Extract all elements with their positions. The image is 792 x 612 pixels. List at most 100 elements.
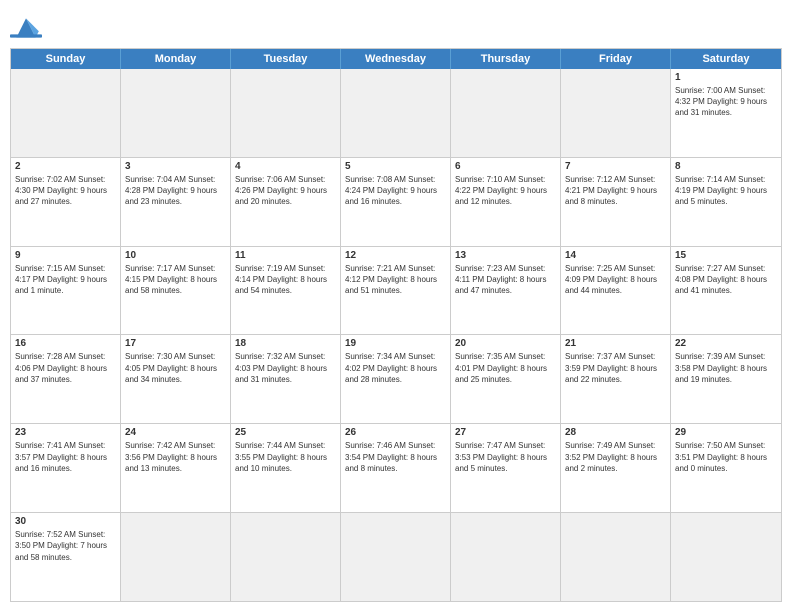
empty-cell xyxy=(451,69,561,157)
day-number: 2 xyxy=(15,161,116,172)
empty-cell xyxy=(341,513,451,601)
day-cell-29: 29 Sunrise: 7:50 AM Sunset: 3:51 PM Dayli… xyxy=(671,424,781,512)
day-cell-16: 16 Sunrise: 7:28 AM Sunset: 4:06 PM Dayli… xyxy=(11,335,121,423)
day-cell-21: 21 Sunrise: 7:37 AM Sunset: 3:59 PM Dayli… xyxy=(561,335,671,423)
day-info: Sunrise: 7:15 AM Sunset: 4:17 PM Dayligh… xyxy=(15,263,116,297)
day-info: Sunrise: 7:52 AM Sunset: 3:50 PM Dayligh… xyxy=(15,529,116,563)
day-info: Sunrise: 7:37 AM Sunset: 3:59 PM Dayligh… xyxy=(565,351,666,385)
day-info: Sunrise: 7:41 AM Sunset: 3:57 PM Dayligh… xyxy=(15,440,116,474)
day-info: Sunrise: 7:02 AM Sunset: 4:30 PM Dayligh… xyxy=(15,174,116,208)
logo-icon xyxy=(10,14,42,42)
day-number: 29 xyxy=(675,427,777,438)
day-info: Sunrise: 7:12 AM Sunset: 4:21 PM Dayligh… xyxy=(565,174,666,208)
day-cell-1: 1Sunrise: 7:00 AM Sunset: 4:32 PM Daylig… xyxy=(671,69,781,157)
day-info: Sunrise: 7:17 AM Sunset: 4:15 PM Dayligh… xyxy=(125,263,226,297)
day-number: 12 xyxy=(345,250,446,261)
day-info: Sunrise: 7:23 AM Sunset: 4:11 PM Dayligh… xyxy=(455,263,556,297)
day-number: 22 xyxy=(675,338,777,349)
logo xyxy=(10,10,46,42)
calendar-body: 1Sunrise: 7:00 AM Sunset: 4:32 PM Daylig… xyxy=(11,69,781,601)
day-header-friday: Friday xyxy=(561,49,671,69)
day-cell-4: 4Sunrise: 7:06 AM Sunset: 4:26 PM Daylig… xyxy=(231,158,341,246)
day-number: 14 xyxy=(565,250,666,261)
day-number: 28 xyxy=(565,427,666,438)
day-info: Sunrise: 7:46 AM Sunset: 3:54 PM Dayligh… xyxy=(345,440,446,474)
day-number: 13 xyxy=(455,250,556,261)
week-row-1: 2 Sunrise: 7:02 AM Sunset: 4:30 PM Daylig… xyxy=(11,158,781,247)
day-cell-18: 18Sunrise: 7:32 AM Sunset: 4:03 PM Dayli… xyxy=(231,335,341,423)
day-header-sunday: Sunday xyxy=(11,49,121,69)
empty-cell xyxy=(671,513,781,601)
day-info: Sunrise: 7:30 AM Sunset: 4:05 PM Dayligh… xyxy=(125,351,226,385)
day-number: 9 xyxy=(15,250,116,261)
day-number: 20 xyxy=(455,338,556,349)
day-headers: SundayMondayTuesdayWednesdayThursdayFrid… xyxy=(11,49,781,69)
day-number: 25 xyxy=(235,427,336,438)
day-header-wednesday: Wednesday xyxy=(341,49,451,69)
day-cell-5: 5 Sunrise: 7:08 AM Sunset: 4:24 PM Daylig… xyxy=(341,158,451,246)
day-info: Sunrise: 7:10 AM Sunset: 4:22 PM Dayligh… xyxy=(455,174,556,208)
day-number: 15 xyxy=(675,250,777,261)
day-number: 19 xyxy=(345,338,446,349)
day-cell-26: 26Sunrise: 7:46 AM Sunset: 3:54 PM Dayli… xyxy=(341,424,451,512)
day-cell-30: 30 Sunrise: 7:52 AM Sunset: 3:50 PM Dayli… xyxy=(11,513,121,601)
day-number: 6 xyxy=(455,161,556,172)
day-header-tuesday: Tuesday xyxy=(231,49,341,69)
day-number: 3 xyxy=(125,161,226,172)
day-cell-15: 15 Sunrise: 7:27 AM Sunset: 4:08 PM Dayli… xyxy=(671,247,781,335)
day-cell-28: 28 Sunrise: 7:49 AM Sunset: 3:52 PM Dayli… xyxy=(561,424,671,512)
day-number: 21 xyxy=(565,338,666,349)
empty-cell xyxy=(231,69,341,157)
day-number: 17 xyxy=(125,338,226,349)
day-info: Sunrise: 7:14 AM Sunset: 4:19 PM Dayligh… xyxy=(675,174,777,208)
day-header-saturday: Saturday xyxy=(671,49,781,69)
day-cell-3: 3 Sunrise: 7:04 AM Sunset: 4:28 PM Daylig… xyxy=(121,158,231,246)
day-number: 30 xyxy=(15,516,116,527)
day-info: Sunrise: 7:47 AM Sunset: 3:53 PM Dayligh… xyxy=(455,440,556,474)
page: SundayMondayTuesdayWednesdayThursdayFrid… xyxy=(0,0,792,612)
day-cell-9: 9 Sunrise: 7:15 AM Sunset: 4:17 PM Daylig… xyxy=(11,247,121,335)
day-cell-14: 14 Sunrise: 7:25 AM Sunset: 4:09 PM Dayli… xyxy=(561,247,671,335)
day-info: Sunrise: 7:27 AM Sunset: 4:08 PM Dayligh… xyxy=(675,263,777,297)
day-cell-7: 7 Sunrise: 7:12 AM Sunset: 4:21 PM Daylig… xyxy=(561,158,671,246)
empty-cell xyxy=(121,513,231,601)
day-number: 4 xyxy=(235,161,336,172)
day-info: Sunrise: 7:08 AM Sunset: 4:24 PM Dayligh… xyxy=(345,174,446,208)
empty-cell xyxy=(451,513,561,601)
day-number: 7 xyxy=(565,161,666,172)
day-number: 5 xyxy=(345,161,446,172)
day-cell-2: 2 Sunrise: 7:02 AM Sunset: 4:30 PM Daylig… xyxy=(11,158,121,246)
day-number: 11 xyxy=(235,250,336,261)
empty-cell xyxy=(341,69,451,157)
day-number: 16 xyxy=(15,338,116,349)
week-row-5: 30 Sunrise: 7:52 AM Sunset: 3:50 PM Dayli… xyxy=(11,513,781,601)
day-number: 10 xyxy=(125,250,226,261)
day-info: Sunrise: 7:49 AM Sunset: 3:52 PM Dayligh… xyxy=(565,440,666,474)
day-cell-11: 11 Sunrise: 7:19 AM Sunset: 4:14 PM Dayli… xyxy=(231,247,341,335)
day-cell-23: 23 Sunrise: 7:41 AM Sunset: 3:57 PM Dayli… xyxy=(11,424,121,512)
day-info: Sunrise: 7:25 AM Sunset: 4:09 PM Dayligh… xyxy=(565,263,666,297)
day-cell-20: 20 Sunrise: 7:35 AM Sunset: 4:01 PM Dayli… xyxy=(451,335,561,423)
day-cell-6: 6 Sunrise: 7:10 AM Sunset: 4:22 PM Daylig… xyxy=(451,158,561,246)
empty-cell xyxy=(561,513,671,601)
day-info: Sunrise: 7:50 AM Sunset: 3:51 PM Dayligh… xyxy=(675,440,777,474)
day-info: Sunrise: 7:19 AM Sunset: 4:14 PM Dayligh… xyxy=(235,263,336,297)
week-row-0: 1Sunrise: 7:00 AM Sunset: 4:32 PM Daylig… xyxy=(11,69,781,158)
day-number: 18 xyxy=(235,338,336,349)
header xyxy=(10,10,782,42)
day-number: 23 xyxy=(15,427,116,438)
week-row-3: 16 Sunrise: 7:28 AM Sunset: 4:06 PM Dayli… xyxy=(11,335,781,424)
day-info: Sunrise: 7:39 AM Sunset: 3:58 PM Dayligh… xyxy=(675,351,777,385)
day-info: Sunrise: 7:35 AM Sunset: 4:01 PM Dayligh… xyxy=(455,351,556,385)
day-info: Sunrise: 7:04 AM Sunset: 4:28 PM Dayligh… xyxy=(125,174,226,208)
day-cell-17: 17 Sunrise: 7:30 AM Sunset: 4:05 PM Dayli… xyxy=(121,335,231,423)
day-cell-13: 13 Sunrise: 7:23 AM Sunset: 4:11 PM Dayli… xyxy=(451,247,561,335)
day-header-monday: Monday xyxy=(121,49,231,69)
day-info: Sunrise: 7:28 AM Sunset: 4:06 PM Dayligh… xyxy=(15,351,116,385)
empty-cell xyxy=(561,69,671,157)
day-cell-24: 24Sunrise: 7:42 AM Sunset: 3:56 PM Dayli… xyxy=(121,424,231,512)
calendar: SundayMondayTuesdayWednesdayThursdayFrid… xyxy=(10,48,782,602)
empty-cell xyxy=(231,513,341,601)
day-cell-8: 8Sunrise: 7:14 AM Sunset: 4:19 PM Daylig… xyxy=(671,158,781,246)
empty-cell xyxy=(11,69,121,157)
